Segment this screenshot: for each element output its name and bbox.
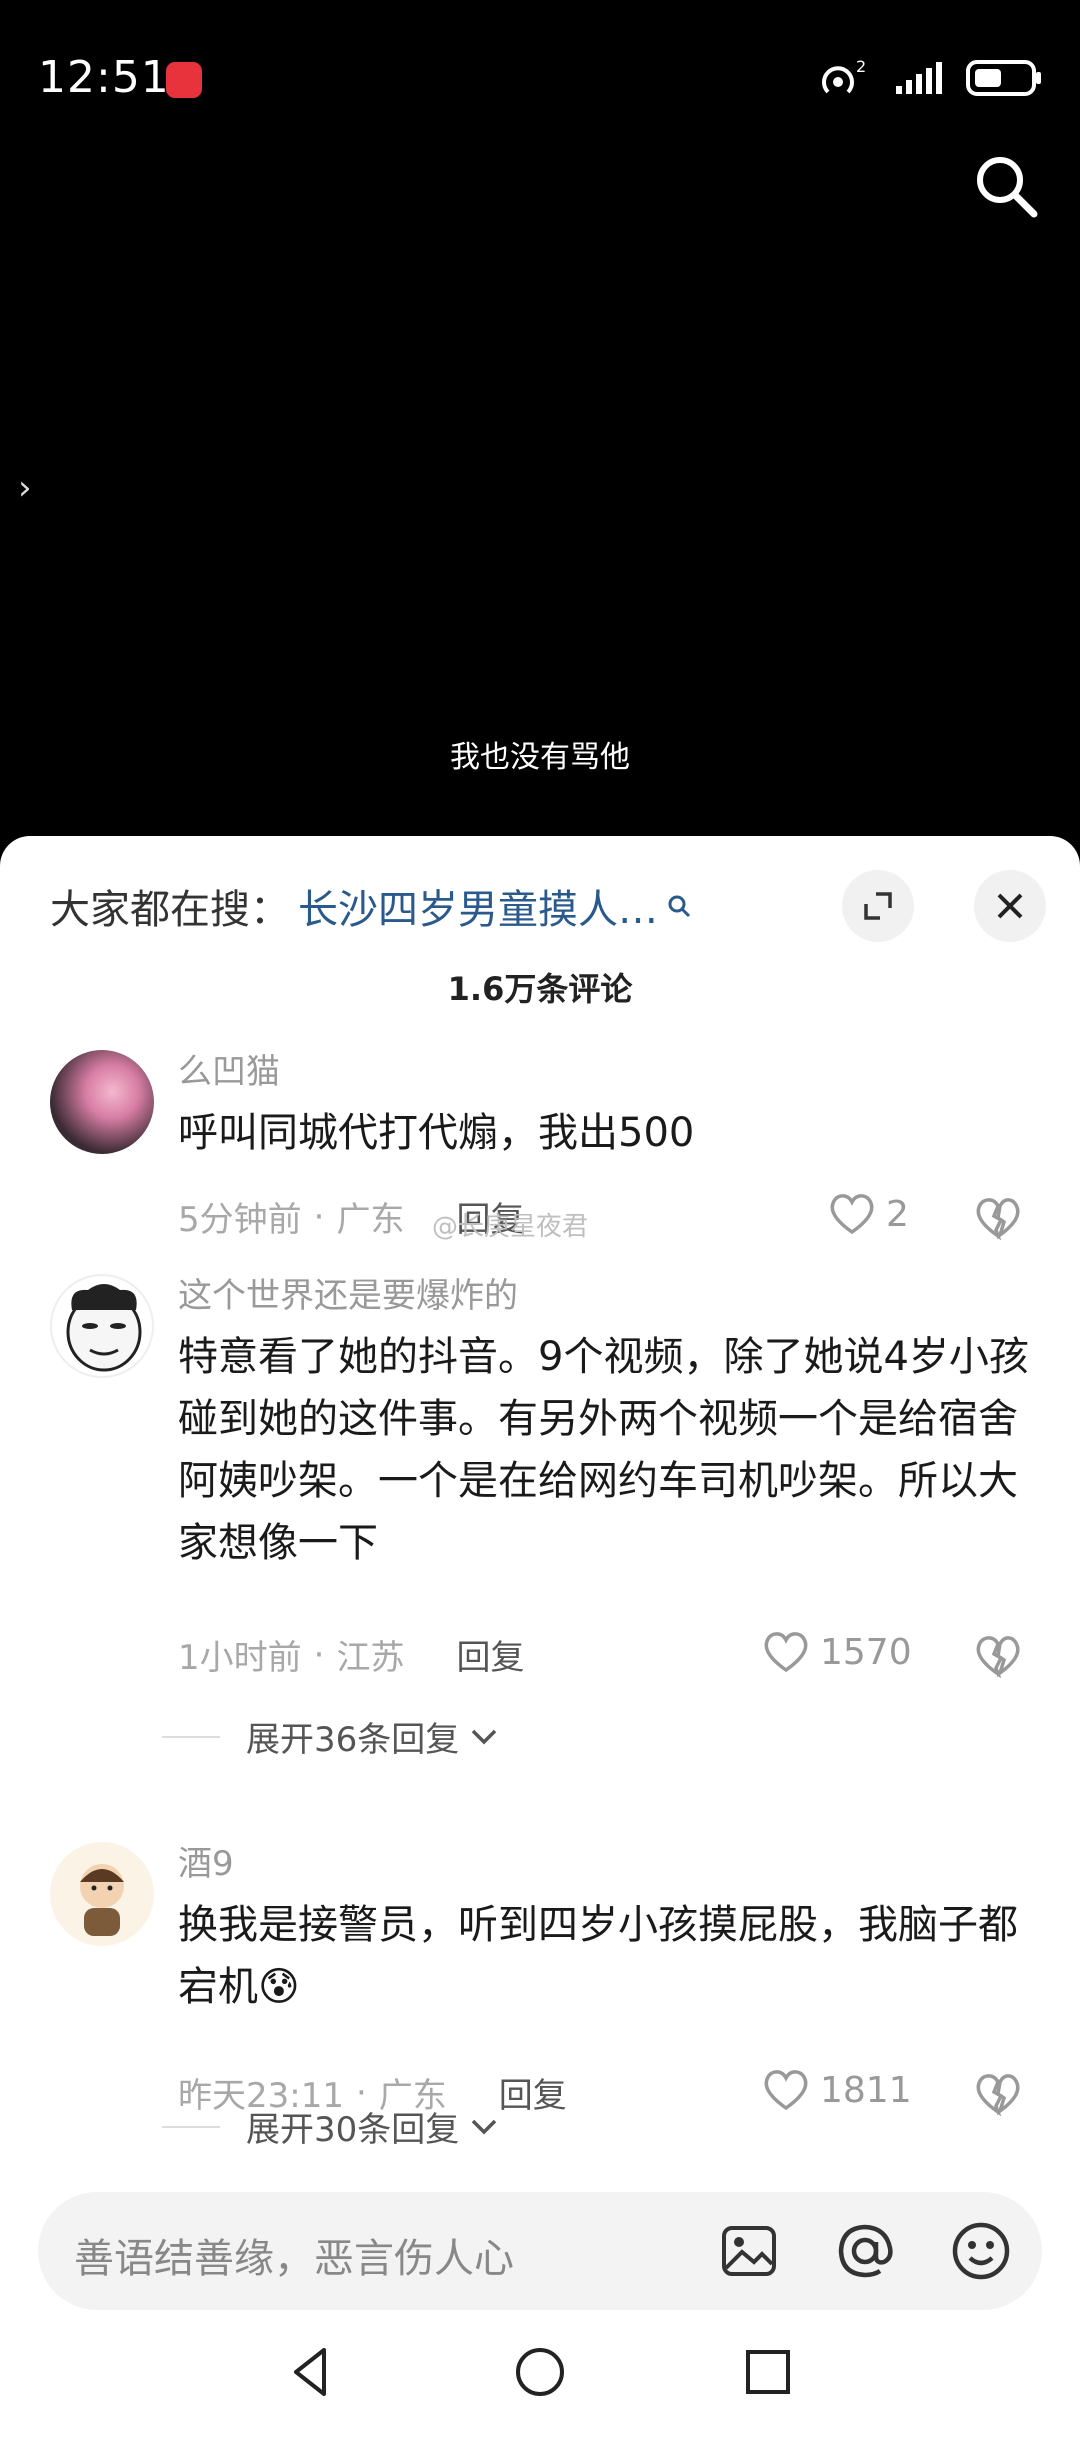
emoji-icon[interactable]	[950, 2220, 1012, 2282]
chevron-right-icon[interactable]: ›	[18, 468, 32, 508]
chevron-down-icon	[472, 1729, 497, 1744]
like-count: 1811	[820, 2069, 912, 2111]
at-mention-icon[interactable]	[834, 2220, 896, 2282]
signal-icon	[896, 62, 942, 94]
like-button[interactable]: 1811	[762, 2068, 912, 2112]
broken-heart-icon[interactable]	[974, 2072, 1022, 2116]
comment-time: 5分钟前	[178, 1200, 302, 1240]
comment-username[interactable]: 么凹猫	[178, 1044, 280, 1093]
avatar[interactable]	[50, 1274, 154, 1378]
watermark: @长庚星夜君	[432, 1212, 589, 1242]
close-icon	[997, 893, 1023, 919]
comment-text: 换我是接警员，听到四岁小孩摸屁股，我脑子都宕机😰	[178, 1902, 1018, 2010]
heart-icon	[764, 1632, 808, 1673]
hot-search-label: 大家都在搜：	[50, 887, 290, 933]
home-icon[interactable]	[510, 2342, 570, 2402]
like-count: 2	[886, 1193, 909, 1235]
expand-replies-label: 展开30条回复	[246, 2110, 460, 2150]
comment-text: 特意看了她的抖音。9个视频，除了她说4岁小孩碰到她的这件事。有另外两个视频一个是…	[178, 1334, 1029, 1566]
hot-search-bar[interactable]: 大家都在搜： 长沙四岁男童摸人…	[50, 876, 692, 936]
hotspot-icon: 2	[822, 58, 866, 94]
close-button[interactable]	[974, 870, 1046, 942]
like-count: 1570	[820, 1631, 912, 1673]
clock: 12:51	[38, 52, 170, 103]
comment-meta: 1小时前 · 江苏 回复	[178, 1630, 524, 1679]
video-subtitle: 我也没有骂他	[450, 740, 630, 775]
search-icon[interactable]	[970, 150, 1042, 222]
comment-item: 酒9 换我是接警员，听到四岁小孩摸屁股，我脑子都宕机😰 昨天23:11 · 广东…	[0, 1842, 1080, 2142]
broken-heart-icon[interactable]	[974, 1634, 1022, 1678]
comment-input[interactable]: 善语结善缘，恶言伤人心	[38, 2192, 1042, 2310]
comment-username[interactable]: 这个世界还是要爆炸的	[178, 1268, 518, 1317]
divider	[162, 1735, 220, 1738]
hot-search-query[interactable]: 长沙四岁男童摸人…	[298, 877, 658, 935]
expand-icon	[864, 892, 892, 920]
app-notification-icon	[166, 62, 202, 98]
like-button[interactable]: 2	[828, 1192, 909, 1236]
chevron-down-icon	[472, 2119, 497, 2134]
system-nav-bar	[0, 2312, 1080, 2449]
comment-sheet: 大家都在搜： 长沙四岁男童摸人… 1.6万条评论 么凹猫 呼叫同城代打代煽，我出…	[0, 836, 1080, 2449]
broken-heart-icon[interactable]	[974, 1196, 1022, 1240]
like-button[interactable]: 1570	[762, 1630, 912, 1674]
status-bar: 12:51 2	[0, 0, 1080, 160]
avatar[interactable]	[50, 1050, 154, 1154]
status-icons: 2	[820, 56, 1044, 100]
reply-button[interactable]: 回复	[499, 2068, 567, 2117]
comment-count: 1.6万条评论	[447, 970, 633, 1008]
comment-input-placeholder: 善语结善缘，恶言伤人心	[74, 2236, 514, 2282]
avatar[interactable]	[50, 1842, 154, 1946]
expand-replies-label: 展开36条回复	[246, 1720, 460, 1760]
reply-button[interactable]: 回复	[456, 1630, 524, 1679]
back-icon[interactable]	[282, 2342, 342, 2402]
comment-text: 呼叫同城代打代煽，我出500	[178, 1110, 695, 1156]
cartoon-avatar-icon	[80, 1864, 124, 1936]
comment-time: 1小时前	[178, 1638, 302, 1678]
battery-icon	[966, 60, 1041, 96]
comment-location: 广东	[336, 1200, 405, 1240]
meme-face-icon	[66, 1284, 142, 1372]
comment-item: 这个世界还是要爆炸的 特意看了她的抖音。9个视频，除了她说4岁小孩碰到她的这件事…	[0, 1274, 1080, 1678]
comment-location: 江苏	[336, 1638, 405, 1678]
svg-text:2: 2	[856, 58, 866, 76]
search-icon	[668, 895, 691, 918]
heart-icon	[764, 2070, 808, 2111]
heart-icon	[830, 1194, 874, 1235]
recents-icon[interactable]	[738, 2342, 798, 2402]
expand-replies-button[interactable]: 展开30条回复	[162, 2102, 501, 2151]
image-icon[interactable]	[718, 2220, 780, 2282]
expand-button[interactable]	[842, 870, 914, 942]
divider	[162, 2125, 220, 2128]
expand-replies-button[interactable]: 展开36条回复	[162, 1712, 501, 1761]
comment-username[interactable]: 酒9	[178, 1836, 234, 1885]
